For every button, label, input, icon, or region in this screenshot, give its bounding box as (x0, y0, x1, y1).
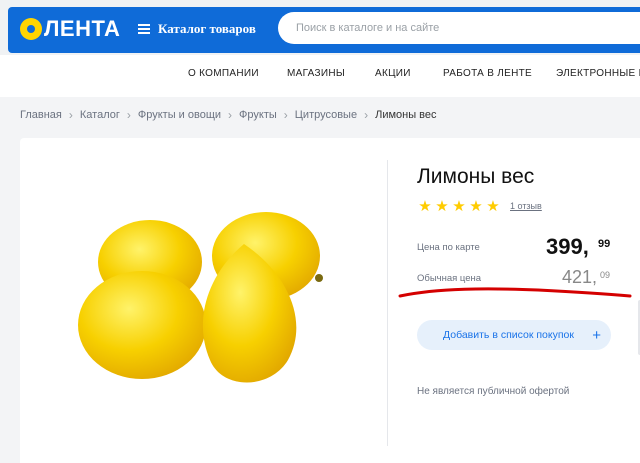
chevron-right-icon: › (126, 108, 131, 122)
star-icon: ★ (486, 198, 500, 215)
breadcrumb-home[interactable]: Главная (20, 109, 62, 121)
add-button-label: Добавить в список покупок (443, 329, 574, 341)
nav-item-stores[interactable]: МАГАЗИНЫ (287, 68, 345, 79)
nav-item-e-cards[interactable]: ЭЛЕКТРОННЫЕ КА (556, 68, 640, 79)
breadcrumb-citrus[interactable]: Цитрусовые (295, 109, 357, 121)
regular-price-cents: 09 (600, 270, 611, 280)
sunflower-logo-icon (20, 18, 42, 40)
logo-text: ЛЕНТА (44, 16, 121, 41)
breadcrumb-current: Лимоны вес (375, 109, 437, 121)
add-to-shopping-list-button[interactable]: Добавить в список покупок + (417, 320, 611, 350)
breadcrumb-fruits-vegetables[interactable]: Фрукты и овощи (138, 109, 221, 121)
breadcrumb: Главная › Каталог › Фрукты и овощи › Фру… (20, 108, 437, 122)
star-icon: ★ (452, 198, 466, 215)
nav-item-about[interactable]: О КОМПАНИИ (188, 68, 259, 79)
product-title: Лимоны вес (417, 165, 535, 188)
plus-icon: + (592, 326, 601, 344)
red-underline-annotation (398, 287, 632, 298)
card-price-label: Цена по карте (417, 242, 480, 253)
chevron-right-icon: › (228, 108, 233, 122)
catalog-button[interactable]: Каталог товаров (138, 18, 256, 40)
lemon-front-left (78, 271, 206, 379)
column-divider (387, 160, 388, 446)
nav-item-careers[interactable]: РАБОТА В ЛЕНТЕ (443, 68, 532, 79)
catalog-button-label: Каталог товаров (158, 21, 256, 36)
burger-menu-icon (138, 24, 150, 34)
reviews-link[interactable]: 1 отзыв (510, 201, 542, 211)
logo[interactable]: ЛЕНТА (20, 15, 120, 43)
top-nav: О КОМПАНИИ МАГАЗИНЫ АКЦИИ РАБОТА В ЛЕНТЕ… (0, 55, 640, 97)
site-header: ЛЕНТА Каталог товаров (0, 0, 640, 55)
star-icon: ★ (435, 198, 449, 215)
chevron-right-icon: › (364, 108, 369, 122)
breadcrumb-catalog[interactable]: Каталог (80, 109, 120, 121)
star-icon: ★ (469, 198, 483, 215)
card-price: 399, (546, 234, 589, 259)
chevron-right-icon: › (68, 108, 73, 122)
rating-stars: ★ ★ ★ ★ ★ (417, 199, 501, 214)
nav-item-promotions[interactable]: АКЦИИ (375, 68, 411, 79)
breadcrumb-fruits[interactable]: Фрукты (239, 109, 277, 121)
chevron-right-icon: › (283, 108, 288, 122)
public-offer-note: Не является публичной офертой (417, 386, 570, 397)
search-input[interactable] (278, 12, 640, 44)
card-price-cents: 99 (598, 238, 611, 250)
regular-price-label: Обычная цена (417, 273, 482, 284)
star-icon: ★ (418, 198, 432, 215)
product-image-lemons (78, 212, 323, 383)
lemon-stem (315, 274, 323, 282)
